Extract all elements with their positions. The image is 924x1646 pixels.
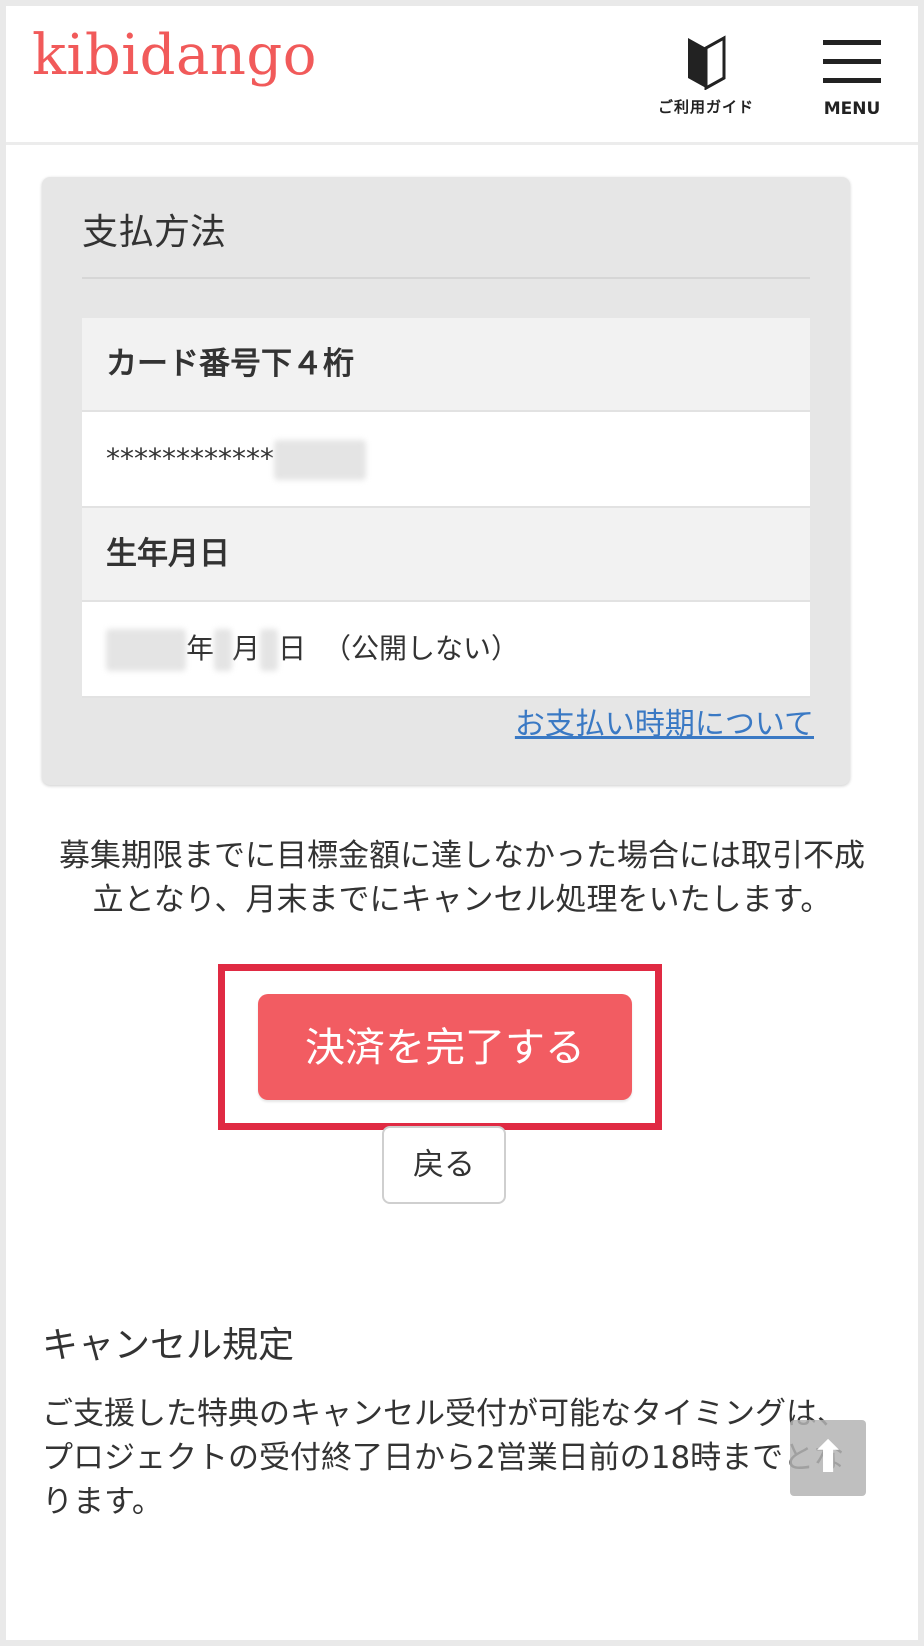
- hamburger-icon: [823, 40, 881, 83]
- site-header: kibidango ご利用ガイド MENU: [6, 6, 918, 145]
- usage-guide-button[interactable]: ご利用ガイド: [646, 34, 766, 117]
- year-suffix: 年: [186, 632, 215, 665]
- birthdate-value: 年月日 （公開しない）: [82, 602, 810, 698]
- card-number-mask: ************: [106, 442, 274, 475]
- redacted-year: [106, 629, 186, 671]
- payment-method-panel: 支払方法 カード番号下４桁 ************ 生年月日 年月日 （公開し…: [42, 177, 850, 785]
- menu-button[interactable]: MENU: [814, 40, 890, 119]
- day-suffix: 日: [278, 632, 307, 665]
- menu-label: MENU: [823, 99, 881, 119]
- usage-guide-label: ご利用ガイド: [657, 98, 754, 116]
- scroll-to-top-button[interactable]: ⬆: [790, 1420, 866, 1496]
- page: kibidango ご利用ガイド MENU 支払方法 カード番号下４桁 ****…: [6, 6, 918, 1640]
- payment-timing-link[interactable]: お支払い時期について: [515, 699, 814, 743]
- complete-payment-button[interactable]: 決済を完了する: [258, 994, 632, 1100]
- redacted-month: [214, 629, 233, 671]
- card-number-heading: カード番号下４桁: [82, 318, 810, 412]
- month-suffix: 月: [232, 632, 261, 665]
- payment-info-table: カード番号下４桁 ************ 生年月日 年月日 （公開しない）: [82, 318, 810, 698]
- birthdate-privacy-note: （公開しない）: [322, 632, 519, 665]
- cancel-policy-title: キャンセル規定: [42, 1325, 295, 1366]
- payment-method-title: 支払方法: [82, 212, 227, 253]
- divider: [82, 277, 810, 279]
- site-logo[interactable]: kibidango: [32, 28, 317, 84]
- beginner-mark-icon: [688, 35, 726, 90]
- cancel-policy-text: ご支援した特典のキャンセル受付が可能なタイミングは、プロジェクトの受付終了日から…: [42, 1396, 848, 1520]
- redacted-day: [260, 629, 279, 671]
- arrow-up-icon: ⬆: [809, 1432, 847, 1483]
- cancellation-notice: 募集期限までに目標金額に達しなかった場合には取引不成立となり、月末までにキャンセ…: [59, 838, 865, 918]
- redacted-digits: [274, 440, 366, 480]
- birthdate-heading: 生年月日: [82, 508, 810, 602]
- card-number-value: ************: [82, 412, 810, 508]
- back-button[interactable]: 戻る: [382, 1126, 506, 1204]
